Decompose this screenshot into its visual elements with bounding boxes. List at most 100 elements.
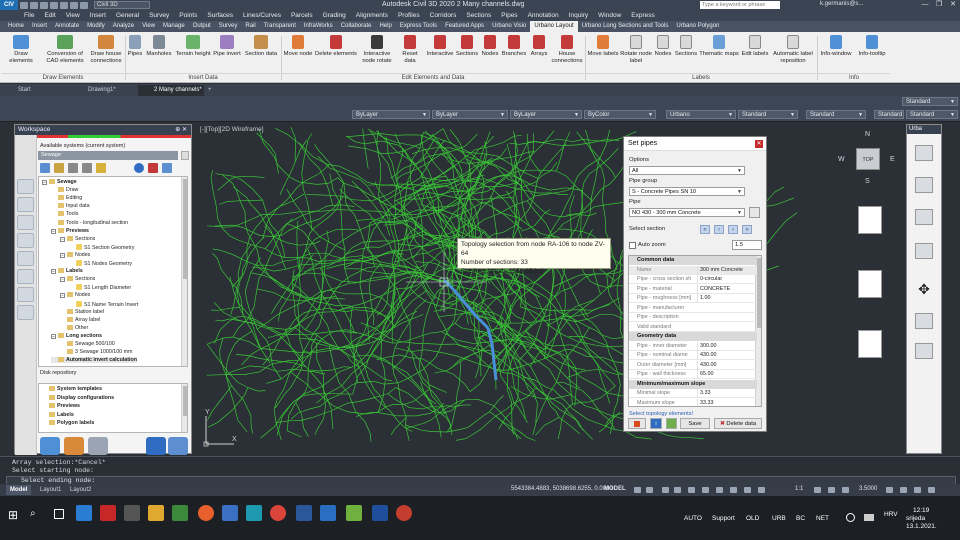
- pipe-segment[interactable]: [582, 139, 598, 142]
- pipe-segment[interactable]: [262, 199, 267, 213]
- sections-label-button[interactable]: Sections: [673, 35, 699, 58]
- tab-infraworks[interactable]: InfraWorks: [300, 21, 337, 32]
- pipe-segment[interactable]: [438, 202, 456, 213]
- pipe-segment[interactable]: [519, 338, 529, 353]
- pipe-segment[interactable]: [407, 346, 421, 362]
- pipe-segment[interactable]: [563, 382, 574, 388]
- pipe-segment[interactable]: [447, 286, 451, 299]
- pipe-segment[interactable]: [289, 320, 295, 327]
- pipe-segment[interactable]: [479, 375, 486, 385]
- tab-urbano-visio[interactable]: Urbano Visio: [488, 21, 530, 32]
- pipe-segment[interactable]: [254, 333, 262, 349]
- pipe-segment[interactable]: [493, 325, 498, 331]
- pipe-segment[interactable]: [582, 390, 591, 399]
- pipe-segment[interactable]: [604, 419, 613, 428]
- pipe-segment[interactable]: [498, 409, 512, 425]
- pipe-segment[interactable]: [525, 150, 534, 169]
- pipe-segment[interactable]: [357, 337, 370, 345]
- pipe-segment[interactable]: [345, 134, 365, 138]
- pipe-segment[interactable]: [435, 145, 441, 153]
- scrollbar-thumb[interactable]: [183, 179, 187, 279]
- tree-item[interactable]: Other: [60, 324, 88, 331]
- move-node-button[interactable]: Move node: [282, 35, 314, 58]
- edit-icon[interactable]: [96, 163, 106, 173]
- menu-grading[interactable]: Grading: [323, 12, 346, 19]
- pipe-segment[interactable]: [374, 393, 389, 398]
- pipe-segment[interactable]: [506, 187, 521, 195]
- menu-lines-curves[interactable]: Lines/Curves: [243, 12, 281, 19]
- pipe-segment[interactable]: [384, 382, 399, 385]
- pipe-segment[interactable]: [212, 192, 217, 206]
- pipe-segment[interactable]: [231, 365, 250, 373]
- pipe-segment[interactable]: [315, 291, 325, 300]
- pipe-segment[interactable]: [625, 430, 637, 438]
- pipe-segment[interactable]: [249, 227, 256, 239]
- pipe-segment[interactable]: [324, 275, 329, 284]
- pipe-segment[interactable]: [595, 361, 606, 376]
- pipes-button[interactable]: Pipes: [126, 35, 144, 58]
- pipe-segment[interactable]: [573, 276, 586, 287]
- pipe-segment[interactable]: [297, 318, 307, 325]
- pipe-segment[interactable]: [488, 155, 502, 165]
- menu-points[interactable]: Points: [179, 12, 197, 19]
- pipe-segment[interactable]: [332, 189, 341, 205]
- pipe-segment[interactable]: [548, 382, 557, 394]
- pipe-segment[interactable]: [289, 176, 300, 183]
- pipe-segment[interactable]: [236, 315, 244, 318]
- pipe-segment[interactable]: [519, 431, 528, 438]
- pipe-segment[interactable]: [368, 285, 372, 305]
- edit-pipe-icon[interactable]: [749, 207, 760, 218]
- pipe-segment[interactable]: [424, 179, 432, 186]
- select-topology-link[interactable]: Select topology elements!: [629, 411, 693, 417]
- linetype-select[interactable]: ByLayer ▼: [432, 110, 508, 119]
- pipe-segment[interactable]: [526, 172, 538, 179]
- menu-pipes[interactable]: Pipes: [501, 12, 517, 19]
- open-file-icon[interactable]: [30, 1, 38, 9]
- pipe-segment[interactable]: [430, 262, 438, 265]
- pipe-segment[interactable]: [600, 412, 610, 421]
- pipe-segment[interactable]: [236, 354, 249, 356]
- pipe-segment[interactable]: [482, 213, 500, 221]
- terrain-height-button[interactable]: Terrain height: [174, 35, 212, 58]
- pipe-segment[interactable]: [489, 399, 500, 412]
- pipe-segment[interactable]: [387, 153, 393, 162]
- pipe-segment[interactable]: [354, 309, 375, 312]
- expand-toggle-icon[interactable]: −: [51, 228, 56, 234]
- pipe-segment[interactable]: [506, 390, 510, 397]
- pipe-segment[interactable]: [547, 316, 550, 331]
- pipe-segment[interactable]: [447, 333, 459, 345]
- tab-modify[interactable]: Modify: [83, 21, 109, 32]
- pipe-segment[interactable]: [268, 348, 276, 359]
- pipe-segment[interactable]: [384, 219, 391, 236]
- pipe-segment[interactable]: [238, 239, 252, 246]
- drawing-viewport[interactable]: [196, 122, 906, 454]
- pipe-segment[interactable]: [504, 305, 507, 313]
- pipe-segment[interactable]: [466, 429, 481, 439]
- menu-insert[interactable]: Insert: [90, 12, 106, 19]
- pipe-segment[interactable]: [607, 392, 622, 397]
- pipe-segment[interactable]: [601, 313, 614, 316]
- pipe-segment[interactable]: [589, 327, 597, 331]
- pipe-segment[interactable]: [310, 369, 320, 372]
- pipe-segment[interactable]: [473, 279, 481, 281]
- pipe-segment[interactable]: [383, 367, 386, 381]
- pipe-segment[interactable]: [569, 286, 580, 305]
- plus-icon[interactable]: [828, 487, 835, 493]
- pipe-segment[interactable]: [399, 249, 410, 251]
- pipe-segment[interactable]: [532, 423, 537, 436]
- pipe-segment[interactable]: [442, 128, 450, 141]
- pipe-segment[interactable]: [229, 388, 234, 402]
- pipe-segment[interactable]: [394, 290, 396, 298]
- add-icon[interactable]: [40, 163, 50, 173]
- pipe-segment[interactable]: [300, 265, 305, 272]
- pipe-segment[interactable]: [615, 169, 622, 179]
- pipe-segment[interactable]: [292, 193, 305, 202]
- pipe-segment[interactable]: [396, 287, 412, 290]
- pipe-segment[interactable]: [594, 203, 614, 208]
- pipe-segment[interactable]: [469, 383, 480, 392]
- pipe-segment[interactable]: [489, 279, 496, 287]
- pipe-segment[interactable]: [400, 145, 407, 154]
- expand-toggle-icon[interactable]: −: [51, 269, 56, 275]
- pipe-segment[interactable]: [287, 430, 302, 438]
- clean-screen-icon[interactable]: [900, 487, 907, 493]
